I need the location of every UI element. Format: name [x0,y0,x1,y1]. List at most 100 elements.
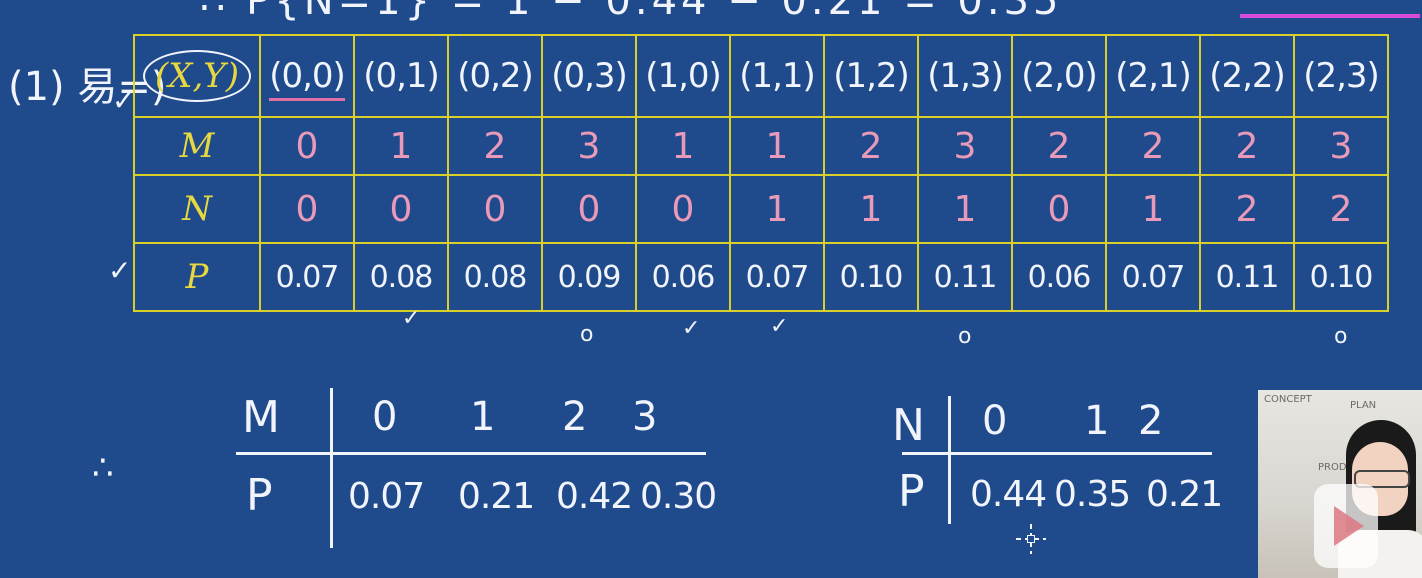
pair-cell: (0,2) [447,34,543,118]
p-value: 0.11 [933,259,998,295]
p-cell: 0.07 [1105,242,1201,312]
m-cell: 3 [1293,116,1389,176]
m-cell: 1 [729,116,825,176]
dist-m-prob: 0.07 [348,476,425,517]
p-cell: 0.08 [447,242,543,312]
distribution-n: N 0 1 2 P 0.44 0.35 0.21 [892,396,1232,526]
table-row-n: N 0 0 0 0 0 1 1 1 0 1 2 2 [133,174,1389,244]
below-mark: ✓ [402,306,421,331]
m-value: 1 [765,125,789,167]
p-value: 0.10 [839,259,904,295]
n-value: 0 [671,188,695,230]
n-cell: 0 [1011,174,1107,244]
dist-n-prob: 0.44 [970,474,1047,515]
pair-label: (2,3) [1303,56,1380,96]
table-row-pairs: (X,Y) (0,0) (0,1) (0,2) (0,3) (1,0) (1,1… [133,34,1389,118]
p-value: 0.06 [1027,259,1092,295]
p-value: 0.10 [1309,259,1374,295]
m-cell: 2 [447,116,543,176]
play-icon[interactable] [1314,484,1378,568]
p-value: 0.08 [463,259,528,295]
therefore-symbol: ∴ [92,448,114,488]
webcam-overlay[interactable]: CONCEPT PLAN PRODUCT [1258,390,1422,578]
pair-label: (1,3) [927,56,1004,96]
pair-cell: (2,0) [1011,34,1107,118]
n-value: 0 [1047,188,1071,230]
sketch-word: PLAN [1350,400,1377,411]
dist-m-prob-label: P [246,470,273,521]
check-mark-p-row: ✓ [108,254,132,287]
n-value: 0 [577,188,601,230]
p-value: 0.09 [557,259,622,295]
m-value: 2 [1047,125,1071,167]
m-value: 1 [671,125,695,167]
p-cell: 0.07 [729,242,825,312]
n-cell: 1 [823,174,919,244]
pair-cell: (2,3) [1293,34,1389,118]
below-mark: o [1334,324,1348,349]
n-cell: 0 [259,174,355,244]
p-value: 0.07 [1121,259,1186,295]
cursor-center [1027,535,1035,543]
n-cell: 0 [353,174,449,244]
header-label-xy: (X,Y) [143,50,251,102]
below-mark: o [958,324,972,349]
dist-n-var: N [892,400,925,451]
m-value: 1 [389,125,413,167]
m-cell: 3 [541,116,637,176]
pair-label: (2,1) [1115,56,1192,96]
n-value: 0 [483,188,507,230]
header-cell-xy: (X,Y) [133,34,261,118]
p-cell: 0.06 [1011,242,1107,312]
dist-m-vline [330,388,333,548]
dist-m-var: M [242,392,280,443]
pair-label: (0,1) [363,56,440,96]
pair-label: (0,0) [269,56,346,101]
dist-n-prob: 0.35 [1054,474,1131,515]
pair-label: (1,0) [645,56,722,96]
pair-label: (2,2) [1209,56,1286,96]
n-cell: 0 [447,174,543,244]
table-row-m: M 0 1 2 3 1 1 2 3 2 2 2 3 [133,116,1389,176]
table-row-p: P 0.07 0.08 0.08 0.09 0.06 0.07 0.10 0.1… [133,242,1389,312]
n-cell: 1 [917,174,1013,244]
p-cell: 0.06 [635,242,731,312]
m-value: 2 [483,125,507,167]
m-cell: 2 [823,116,919,176]
m-cell: 1 [635,116,731,176]
m-cell: 0 [259,116,355,176]
pair-cell: (0,3) [541,34,637,118]
n-cell: 2 [1199,174,1295,244]
pair-cell: (2,2) [1199,34,1295,118]
pair-cell: (1,3) [917,34,1013,118]
top-equation: ∴ P{N=1} = 1 − 0.44 − 0.21 = 0.35 [200,0,1063,24]
check-mark-header: ✓ [112,84,136,117]
header-cell-p: P [133,242,261,312]
n-value: 2 [1329,188,1353,230]
p-cell: 0.11 [917,242,1013,312]
joint-distribution-table: (X,Y) (0,0) (0,1) (0,2) (0,3) (1,0) (1,1… [133,34,1389,312]
dist-n-prob-label: P [898,466,925,517]
dist-m-value: 0 [372,394,398,440]
n-value: 0 [295,188,319,230]
m-value: 0 [295,125,319,167]
n-value: 0 [389,188,413,230]
n-value: 1 [953,188,977,230]
pair-label: (0,2) [457,56,534,96]
n-value: 1 [1141,188,1165,230]
dist-n-value: 2 [1138,398,1164,444]
p-cell: 0.07 [259,242,355,312]
header-label-n: N [182,189,212,229]
dist-m-hline [236,452,706,455]
p-cell: 0.10 [1293,242,1389,312]
n-value: 2 [1235,188,1259,230]
m-value: 3 [577,125,601,167]
dist-m-prob: 0.42 [556,476,633,517]
p-value: 0.07 [275,259,340,295]
pair-label: (1,2) [833,56,910,96]
sketch-word: CONCEPT [1264,394,1312,405]
dist-m-value: 2 [562,394,588,440]
dist-m-value: 1 [470,394,496,440]
dist-m-value: 3 [632,394,658,440]
header-cell-m: M [133,116,261,176]
